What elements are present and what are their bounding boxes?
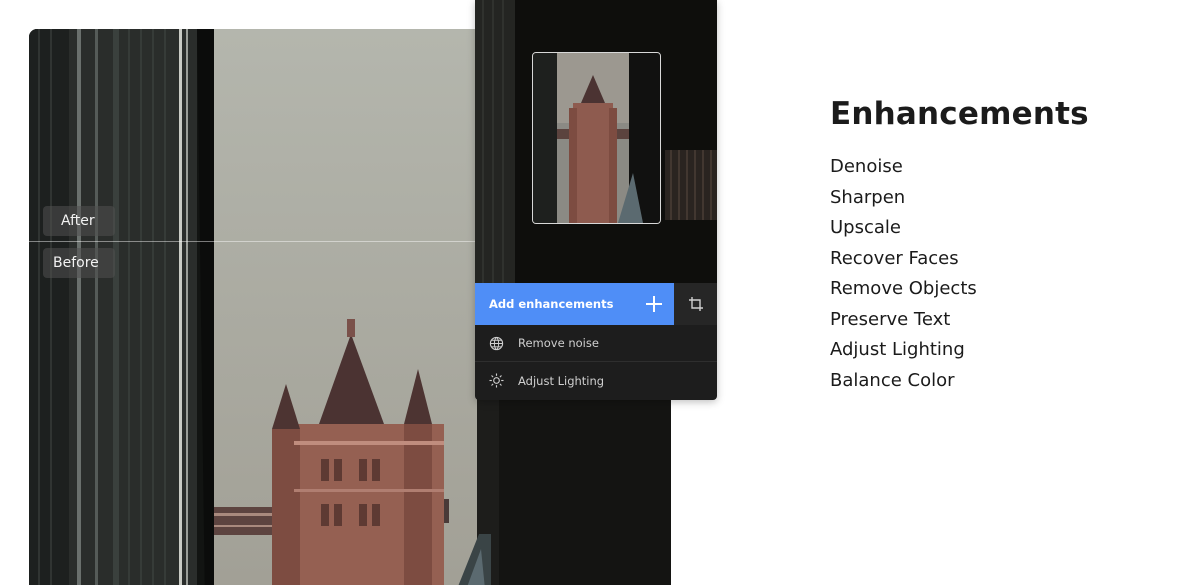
- enhancements-title: Enhancements: [830, 96, 1089, 132]
- enhancement-item-balance-color: Balance Color: [830, 369, 955, 391]
- sun-icon: [489, 373, 504, 388]
- noise-globe-icon: [489, 336, 504, 350]
- enhancement-item-recover-faces: Recover Faces: [830, 247, 959, 269]
- crop-button[interactable]: [674, 283, 717, 325]
- menu-item-label: Adjust Lighting: [518, 373, 605, 388]
- crop-frame[interactable]: [532, 52, 661, 224]
- crop-icon: [688, 297, 703, 311]
- enhancement-item-remove-objects: Remove Objects: [830, 278, 977, 299]
- enhancement-item-upscale: Upscale: [830, 217, 901, 238]
- stage: After Before Add enhancements Remove noi…: [0, 0, 1200, 585]
- editor-panel: Add enhancements Remove noise Adjust Lig…: [475, 0, 717, 400]
- enhancement-item-sharpen: Sharpen: [830, 186, 906, 208]
- panel-toolbar: Add enhancements: [475, 283, 717, 325]
- menu-item-remove-noise[interactable]: Remove noise: [475, 325, 717, 362]
- menu-item-label: Remove noise: [518, 336, 599, 350]
- enhancement-item-adjust-lighting: Adjust Lighting: [830, 339, 965, 360]
- add-enhancements-label: Add enhancements: [489, 297, 614, 311]
- plus-icon: [646, 296, 662, 312]
- crop-preview-photo: [533, 53, 660, 223]
- add-enhancements-button[interactable]: Add enhancements: [475, 283, 674, 325]
- menu-item-adjust-lighting[interactable]: Adjust Lighting: [475, 362, 717, 399]
- enhancements-list: Denoise Sharpen Upscale Recover Faces Re…: [830, 152, 977, 396]
- image-preview: [475, 0, 717, 283]
- after-label: After: [43, 206, 115, 236]
- enhancement-item-preserve-text: Preserve Text: [830, 308, 951, 330]
- before-label: Before: [43, 248, 115, 278]
- enhancement-item-denoise: Denoise: [830, 156, 903, 177]
